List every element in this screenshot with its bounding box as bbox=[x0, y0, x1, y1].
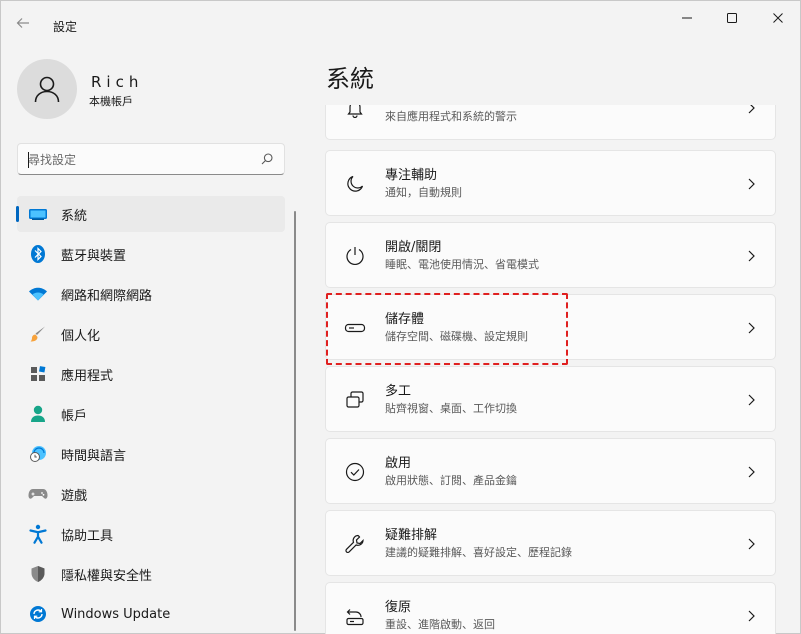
card-subtitle: 重設、進階啟動、返回 bbox=[385, 618, 495, 631]
power-icon bbox=[343, 244, 367, 268]
sidebar-item-accounts[interactable]: 帳戶 bbox=[17, 396, 285, 432]
card-power[interactable]: 開啟/關閉 睡眠、電池使用情況、省電模式 bbox=[325, 222, 776, 288]
sidebar-item-personalization[interactable]: 個人化 bbox=[17, 316, 285, 352]
chevron-right-icon bbox=[748, 466, 755, 478]
card-subtitle: 來自應用程式和系統的警示 bbox=[385, 110, 517, 123]
windows-update-icon bbox=[28, 604, 48, 624]
card-subtitle: 睡眠、電池使用情況、省電模式 bbox=[385, 258, 539, 271]
sidebar-item-network[interactable]: 網路和網際網路 bbox=[17, 276, 285, 312]
sidebar-item-label: 網路和網際網路 bbox=[61, 288, 153, 304]
chevron-right-icon bbox=[748, 610, 755, 622]
card-title: 疑難排解 bbox=[385, 528, 438, 543]
card-subtitle: 貼齊視窗、桌面、工作切換 bbox=[385, 402, 517, 415]
check-circle-icon bbox=[343, 460, 367, 484]
sidebar-item-label: 隱私權與安全性 bbox=[61, 568, 153, 584]
card-focus-assist[interactable]: 專注輔助 通知，自動規則 bbox=[325, 150, 776, 216]
sidebar-item-apps[interactable]: 應用程式 bbox=[17, 356, 285, 392]
card-subtitle: 建議的疑難排解、喜好設定、歷程記錄 bbox=[385, 546, 572, 559]
sidebar-item-time-language[interactable]: 時間與語言 bbox=[17, 436, 285, 472]
card-title: 啟用 bbox=[385, 456, 412, 471]
card-title: 多工 bbox=[385, 384, 412, 399]
sidebar-item-bluetooth[interactable]: 藍牙與裝置 bbox=[17, 236, 285, 272]
settings-list: 通知 來自應用程式和系統的警示 專注輔助 通知，自動規則 開啟/關閉 睡眠、電池… bbox=[325, 105, 777, 634]
main-scrollbar[interactable] bbox=[792, 105, 794, 625]
card-troubleshoot[interactable]: 疑難排解 建議的疑難排解、喜好設定、歷程記錄 bbox=[325, 510, 776, 576]
wifi-icon bbox=[28, 284, 48, 304]
shield-icon bbox=[28, 564, 48, 584]
close-button[interactable] bbox=[755, 7, 801, 29]
profile-name: Rich bbox=[91, 73, 144, 91]
sidebar-scrollbar[interactable] bbox=[294, 211, 296, 631]
card-subtitle: 儲存空間、磁碟機、設定規則 bbox=[385, 330, 528, 343]
card-subtitle: 啟用狀態、訂閱、產品金鑰 bbox=[385, 474, 517, 487]
bell-icon bbox=[343, 105, 367, 120]
recovery-icon bbox=[343, 604, 367, 628]
avatar[interactable] bbox=[17, 59, 77, 119]
bluetooth-icon bbox=[28, 244, 48, 264]
chevron-right-icon bbox=[748, 322, 755, 334]
card-recovery[interactable]: 復原 重設、進階啟動、返回 bbox=[325, 582, 776, 634]
card-subtitle: 通知，自動規則 bbox=[385, 186, 462, 199]
card-title: 開啟/關閉 bbox=[385, 240, 442, 255]
sidebar-item-label: 帳戶 bbox=[61, 408, 88, 424]
system-icon bbox=[28, 204, 48, 224]
chevron-right-icon bbox=[748, 105, 755, 114]
arrow-left-icon bbox=[16, 18, 29, 28]
sidebar-item-system[interactable]: 系統 bbox=[16, 196, 285, 232]
search-icon bbox=[261, 153, 273, 165]
chevron-right-icon bbox=[748, 538, 755, 550]
card-title: 專注輔助 bbox=[385, 168, 438, 183]
sidebar-item-label: 協助工具 bbox=[61, 528, 114, 544]
card-title: 復原 bbox=[385, 600, 412, 615]
sidebar-item-label: 時間與語言 bbox=[61, 448, 127, 464]
sidebar-item-label: Windows Update bbox=[61, 606, 171, 622]
minimize-icon bbox=[682, 17, 692, 19]
sidebar-item-windows-update[interactable]: Windows Update bbox=[17, 596, 285, 632]
minimize-button[interactable] bbox=[664, 7, 710, 29]
accessibility-icon bbox=[28, 524, 48, 544]
back-button[interactable] bbox=[15, 15, 35, 35]
account-icon bbox=[28, 404, 48, 424]
brush-icon bbox=[28, 324, 48, 344]
storage-icon bbox=[343, 316, 367, 340]
card-title: 儲存體 bbox=[385, 312, 425, 327]
card-storage[interactable]: 儲存體 儲存空間、磁碟機、設定規則 bbox=[325, 294, 776, 360]
sidebar-item-privacy-security[interactable]: 隱私權與安全性 bbox=[17, 556, 285, 592]
moon-icon bbox=[343, 172, 367, 196]
sidebar-item-label: 系統 bbox=[61, 208, 88, 224]
text-caret bbox=[28, 152, 29, 168]
gamepad-icon bbox=[28, 484, 48, 504]
title-bar: 設定 bbox=[1, 1, 801, 49]
card-activation[interactable]: 啟用 啟用狀態、訂閱、產品金鑰 bbox=[325, 438, 776, 504]
apps-icon bbox=[28, 364, 48, 384]
user-icon bbox=[34, 76, 60, 103]
sidebar-item-accessibility[interactable]: 協助工具 bbox=[17, 516, 285, 552]
chevron-right-icon bbox=[748, 178, 755, 190]
sidebar-item-label: 遊戲 bbox=[61, 488, 88, 504]
window-title: 設定 bbox=[53, 20, 78, 34]
chevron-right-icon bbox=[748, 394, 755, 406]
sidebar-item-label: 藍牙與裝置 bbox=[61, 248, 127, 264]
card-title: 通知 bbox=[385, 105, 411, 107]
clock-globe-icon bbox=[28, 444, 48, 464]
search-input[interactable] bbox=[28, 150, 258, 170]
card-multitasking[interactable]: 多工 貼齊視窗、桌面、工作切換 bbox=[325, 366, 776, 432]
chevron-right-icon bbox=[748, 250, 755, 262]
multitask-icon bbox=[343, 388, 367, 412]
close-icon bbox=[773, 13, 783, 23]
maximize-button[interactable] bbox=[709, 7, 755, 29]
sidebar-item-gaming[interactable]: 遊戲 bbox=[17, 476, 285, 512]
sidebar-nav: 系統 藍牙與裝置 網路和網際網路 個人化 應用程式 帳戶 時間與語言 遊戲 協助… bbox=[16, 196, 285, 634]
maximize-icon bbox=[727, 13, 737, 23]
card-notifications[interactable]: 通知 來自應用程式和系統的警示 bbox=[325, 105, 776, 140]
sidebar-item-label: 個人化 bbox=[61, 328, 101, 344]
profile-account-type: 本機帳戶 bbox=[89, 95, 133, 108]
wrench-icon bbox=[343, 532, 367, 556]
page-title: 系統 bbox=[326, 65, 374, 93]
sidebar-item-label: 應用程式 bbox=[61, 368, 114, 384]
search-box[interactable] bbox=[17, 143, 285, 175]
